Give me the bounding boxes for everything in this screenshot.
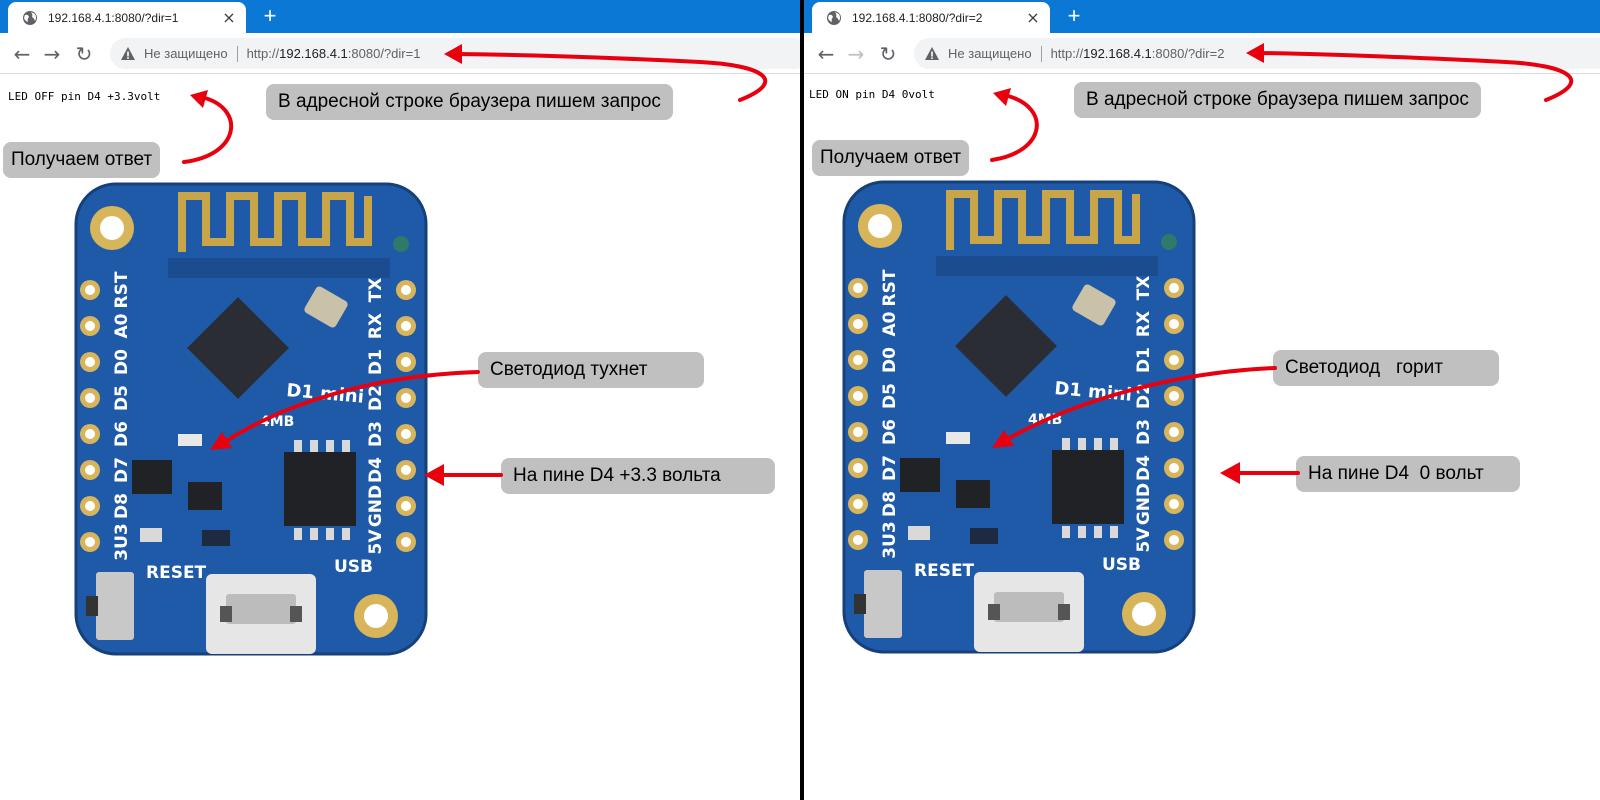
pin-label: D3	[366, 421, 386, 447]
usb-label: USB	[1102, 555, 1141, 575]
callout-response: Получаем ответ	[812, 140, 970, 176]
pin-label: D7	[880, 455, 900, 481]
plus-icon[interactable]: +	[1062, 4, 1086, 28]
flash-label: 4MB	[260, 414, 294, 430]
reload-icon[interactable]: ↻	[876, 42, 900, 66]
url-text: http://192.168.4.1:8080/?dir=1	[246, 46, 421, 61]
browser-toolbar: ← → ↻ Не защищено http://192.168.4.1:808…	[804, 33, 1600, 74]
reset-label: RESET	[146, 563, 207, 583]
pin-label: D6	[112, 421, 132, 447]
pin-label: RX	[1134, 311, 1154, 337]
address-bar[interactable]: Не защищено http://192.168.4.1:8080/?dir…	[110, 38, 800, 69]
security-label: Не защищено	[144, 46, 228, 61]
pin-label: 3U3	[112, 523, 132, 560]
usb-label: USB	[334, 557, 373, 577]
pin-label: RST	[880, 269, 900, 306]
callout-pin: На пине D4 +3.3 вольта	[501, 458, 775, 494]
callout-request: В адресной строке браузера пишем запрос	[266, 84, 673, 120]
pin-label: 5V	[366, 529, 386, 555]
pin-label: D0	[880, 347, 900, 373]
pin-label: D2	[1134, 383, 1154, 409]
callout-response: Получаем ответ	[3, 142, 161, 178]
pin-label: D5	[112, 385, 132, 411]
browser-toolbar: ← → ↻ Не защищено http://192.168.4.1:808…	[0, 33, 800, 74]
pin-label: GND	[1134, 483, 1154, 525]
pin-label: D4	[1134, 455, 1154, 481]
flash-label: 4MB	[1028, 412, 1062, 428]
tab-strip: 192.168.4.1:8080/?dir=1 × +	[0, 0, 800, 33]
pin-label: D1	[366, 349, 386, 375]
small-chip	[188, 482, 222, 510]
arrow-response	[990, 94, 1039, 162]
d1-mini-board-image: RSTA0D0D5D6D7D83U3TXRXD1D2D3D4GND5VD1 mi…	[74, 182, 428, 656]
browser-tab[interactable]: 192.168.4.1:8080/?dir=2 ×	[812, 2, 1050, 33]
pin-label: D1	[1134, 347, 1154, 373]
flash-chip	[284, 452, 356, 526]
pin-label: D7	[112, 457, 132, 483]
pin-label: D3	[1134, 419, 1154, 445]
response-text: LED ON pin D4 0volt	[809, 88, 935, 101]
tab-title: 192.168.4.1:8080/?dir=1	[48, 10, 179, 25]
omnibox-separator	[236, 45, 238, 62]
screenshot-stage: 192.168.4.1:8080/?dir=1 × + ← → ↻ Не защ…	[0, 0, 1600, 800]
browser-window-right: 192.168.4.1:8080/?dir=2 × + ← → ↻ Не защ…	[804, 0, 1600, 800]
url-text: http://192.168.4.1:8080/?dir=2	[1050, 46, 1225, 61]
small-chip	[956, 480, 990, 508]
address-bar[interactable]: Не защищено http://192.168.4.1:8080/?dir…	[914, 38, 1600, 69]
globe-icon	[827, 10, 841, 25]
arrow-response	[182, 96, 234, 164]
pin-label: A0	[112, 313, 132, 338]
pin-label: RST	[112, 271, 132, 308]
callout-request: В адресной строке браузера пишем запрос	[1074, 82, 1481, 118]
browser-tab[interactable]: 192.168.4.1:8080/?dir=1 ×	[8, 2, 246, 33]
pin-label: TX	[1134, 276, 1154, 301]
pin-label: D2	[366, 385, 386, 411]
pin-label: D6	[880, 419, 900, 445]
pin-label: RX	[366, 313, 386, 339]
callout-pin: На пине D4 0 вольт	[1296, 456, 1520, 492]
globe-icon	[23, 10, 37, 25]
close-icon[interactable]: ×	[1024, 9, 1042, 26]
callout-led: Светодиод тухнет	[478, 352, 704, 388]
forward-arrow-icon[interactable]: →	[40, 42, 64, 66]
close-icon[interactable]: ×	[220, 9, 238, 26]
led	[946, 432, 970, 444]
pin-label: D5	[880, 383, 900, 409]
omnibox-separator	[1040, 45, 1042, 62]
pin-label: GND	[366, 485, 386, 527]
reset-button	[864, 570, 902, 638]
browser-window-left: 192.168.4.1:8080/?dir=1 × + ← → ↻ Не защ…	[0, 0, 800, 800]
forward-arrow-icon[interactable]: →	[844, 42, 868, 66]
plus-icon[interactable]: +	[258, 4, 282, 28]
tab-title: 192.168.4.1:8080/?dir=2	[852, 10, 983, 25]
response-text: LED OFF pin D4 +3.3volt	[8, 90, 161, 103]
flash-chip	[1052, 450, 1124, 524]
callout-led: Светодиод горит	[1273, 350, 1499, 386]
pin-label: D8	[112, 493, 132, 519]
pin-label: TX	[366, 278, 386, 303]
security-label: Не защищено	[948, 46, 1032, 61]
pin-label: A0	[880, 311, 900, 336]
pin-label: D8	[880, 491, 900, 517]
reset-label: RESET	[914, 561, 975, 581]
tab-strip: 192.168.4.1:8080/?dir=2 × +	[804, 0, 1600, 33]
led	[178, 434, 202, 446]
regulator-chip	[132, 460, 172, 494]
warning-icon	[925, 46, 939, 60]
pin-label: 3U3	[880, 521, 900, 558]
reload-icon[interactable]: ↻	[72, 42, 96, 66]
d1-mini-board-image: RSTA0D0D5D6D7D83U3TXRXD1D2D3D4GND5VD1 mi…	[842, 180, 1196, 654]
back-arrow-icon[interactable]: ←	[814, 42, 838, 66]
regulator-chip	[900, 458, 940, 492]
pin-label: D0	[112, 349, 132, 375]
pin-label: D4	[366, 457, 386, 483]
warning-icon	[121, 46, 135, 60]
back-arrow-icon[interactable]: ←	[10, 42, 34, 66]
pin-label: 5V	[1134, 527, 1154, 553]
reset-button	[96, 572, 134, 640]
